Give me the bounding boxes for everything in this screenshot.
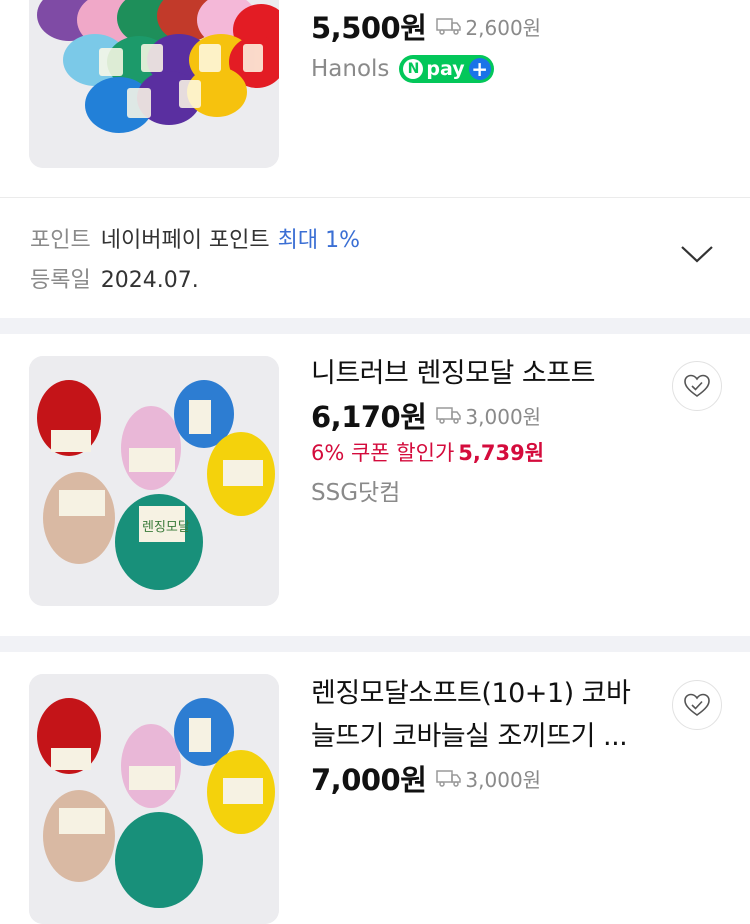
coupon-text: 6% 쿠폰 할인가 (311, 441, 455, 465)
date-value: 2024.07. (100, 268, 199, 293)
section-gap (0, 636, 750, 652)
shipping-fee-value: 3,000원 (465, 767, 542, 792)
seller-name[interactable]: SSG닷컴 (311, 473, 400, 507)
truck-icon (436, 770, 462, 787)
point-label: 포인트 (30, 228, 91, 253)
seller-name[interactable]: Hanols (311, 56, 389, 82)
product-image-1[interactable] (29, 0, 279, 168)
shipping-fee-value: 2,600원 (465, 15, 542, 40)
section-gap (0, 318, 750, 334)
point-value: 네이버페이 포인트 (100, 228, 270, 253)
chevron-down-icon[interactable] (680, 244, 714, 264)
zzim-button[interactable] (672, 361, 722, 411)
product-title[interactable]: 니트러브 렌징모달 소프트 (311, 352, 595, 395)
price: 5,500원 (311, 11, 427, 45)
heart-check-icon (684, 693, 710, 716)
product-card-3[interactable]: 렌징모달소프트(10+1) 코바 늘뜨기 코바늘실 조끼뜨기 ... 7,000… (0, 652, 750, 924)
shipping-fee: 3,000원 (436, 764, 541, 793)
naver-n-icon: N (403, 59, 424, 79)
price: 7,000원 (311, 763, 427, 797)
heart-check-icon (684, 374, 710, 397)
zzim-button[interactable] (672, 680, 722, 730)
price: 6,170원 (311, 400, 427, 434)
shipping-fee: 2,600원 (436, 12, 541, 41)
shipping-fee-value: 3,000원 (465, 404, 542, 429)
coupon-discount: 6% 쿠폰 할인가 5,739원 (311, 435, 595, 469)
product-title-line-2[interactable]: 늘뜨기 코바늘실 조끼뜨기 ... (311, 715, 630, 758)
point-info-row[interactable]: 포인트 네이버페이 포인트 최대 1% 등록일 2024.07. (0, 198, 750, 318)
plus-icon: + (468, 57, 491, 81)
product-image-2[interactable]: 렌징모달 (29, 356, 279, 606)
point-highlight: 최대 1% (277, 228, 361, 253)
shipping-fee: 3,000원 (436, 401, 541, 430)
truck-icon (436, 407, 462, 424)
product-card-1[interactable]: 5,500원 2,600원 Hanols N pay + (0, 0, 750, 198)
npay-plus-badge: N pay + (399, 55, 494, 83)
date-label: 등록일 (30, 268, 91, 293)
product-image-3[interactable] (29, 674, 279, 924)
truck-icon (436, 18, 462, 35)
brand-label: 렌징모달 (142, 520, 190, 535)
product-card-2[interactable]: 렌징모달 니트러브 렌징모달 소프트 6,170원 3,000원 6% 쿠폰 할… (0, 334, 750, 636)
coupon-price: 5,739원 (458, 441, 545, 465)
product-title-line-1[interactable]: 렌징모달소프트(10+1) 코바 (311, 672, 631, 715)
